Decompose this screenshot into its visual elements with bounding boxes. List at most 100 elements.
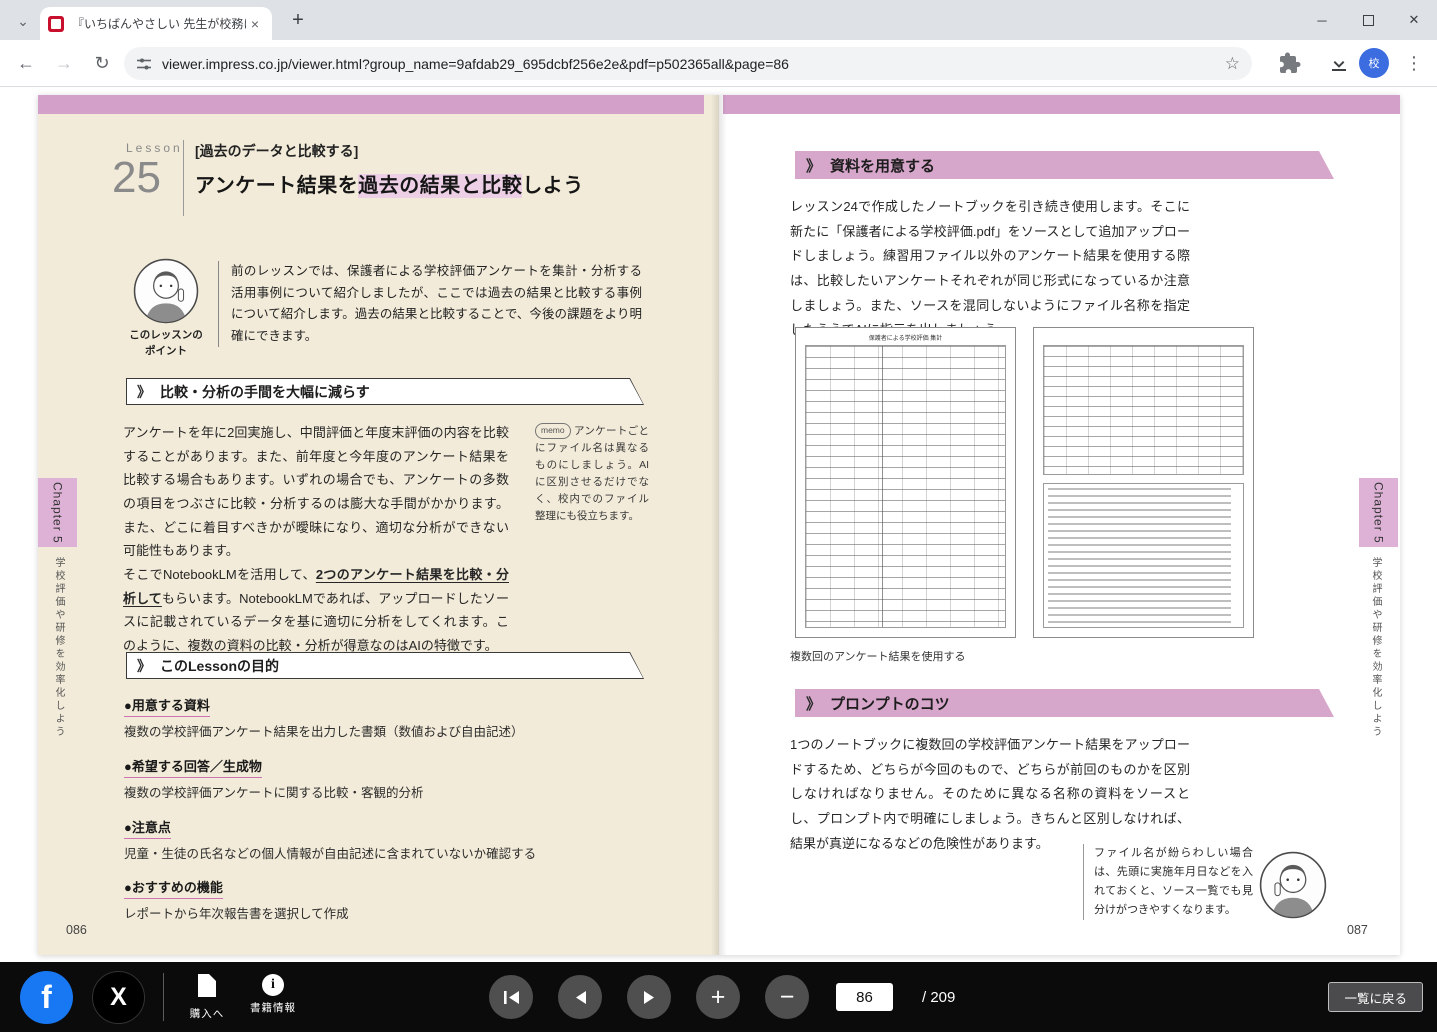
title-pre: アンケート結果を xyxy=(195,175,358,197)
chapter-label: Chapter 5 xyxy=(51,482,65,544)
item-label: ●希望する回答／生成物 xyxy=(124,756,262,778)
list-item: ●用意する資料 複数の学校評価アンケート結果を出力した書類（数値および自由記述） xyxy=(124,695,614,742)
item-text: レポートから年次報告書を選択して作成 xyxy=(124,905,614,924)
browser-tab[interactable]: 『いちばんやさしい 先生が校務に使 × xyxy=(40,7,272,40)
profile-avatar[interactable]: 校 xyxy=(1359,48,1389,78)
window-close-button[interactable]: ✕ xyxy=(1391,0,1437,40)
toolbar-separator xyxy=(163,973,164,1021)
title-post: しよう xyxy=(522,175,584,197)
memo-text: アンケートごとにファイル名は異なるものにしましょう。AIに区別させるだけでなく、… xyxy=(535,425,649,522)
section-marker-icon: 》 xyxy=(806,155,821,176)
prepare-heading: 資料を用意する xyxy=(830,155,935,176)
address-bar[interactable]: viewer.impress.co.jp/viewer.html?group_n… xyxy=(124,47,1252,80)
teacher-avatar-small xyxy=(1259,851,1327,919)
book-page-left: Lesson 25 [過去のデータと比較する] アンケート結果を過去の結果と比較… xyxy=(38,95,719,955)
purchase-page-icon xyxy=(198,974,216,997)
tab-close-icon[interactable]: × xyxy=(246,15,264,33)
section-marker-icon: 》 xyxy=(137,656,151,676)
lesson-kicker: [過去のデータと比較する] xyxy=(195,141,358,161)
page-total: / 209 xyxy=(922,989,955,1006)
page-accent-bar xyxy=(723,95,1400,114)
chapter-subtitle-right: 学校評価や研修を効率化しよう xyxy=(1368,557,1383,739)
lesson-goal-list: ●用意する資料 複数の学校評価アンケート結果を出力した書類（数値および自由記述）… xyxy=(124,695,614,938)
bookmark-star-icon[interactable]: ☆ xyxy=(1225,54,1240,74)
download-icon[interactable] xyxy=(1327,51,1351,75)
extensions-icon[interactable] xyxy=(1277,51,1301,75)
x-share-button[interactable]: X xyxy=(92,971,145,1024)
window-maximize-button[interactable] xyxy=(1345,0,1391,40)
url-text[interactable]: viewer.impress.co.jp/viewer.html?group_n… xyxy=(162,56,1225,72)
section1-para2-pre: そこでNotebookLMを活用して、 xyxy=(123,567,316,582)
title-highlight: 過去の結果と比較 xyxy=(358,174,522,198)
section-banner: 》 資料を用意する xyxy=(795,151,1334,179)
book-info-button[interactable]: i 書籍情報 xyxy=(244,974,302,1015)
chapter-subtitle-left: 学校評価や研修を効率化しよう xyxy=(51,557,66,739)
item-text: 複数の学校評価アンケートに関する比較・客観的分析 xyxy=(124,784,614,803)
browser-toolbar: ← → ↻ viewer.impress.co.jp/viewer.html?g… xyxy=(0,40,1437,87)
previous-page-button[interactable] xyxy=(558,975,602,1019)
forward-button[interactable]: → xyxy=(50,49,78,77)
memo-badge: memo xyxy=(535,423,571,439)
section-heading-box: 》 このLessonの目的 xyxy=(126,652,644,679)
window-minimize-button[interactable]: ─ xyxy=(1299,0,1345,40)
lesson-number: 25 xyxy=(112,153,161,203)
zoom-out-button[interactable]: − xyxy=(765,975,809,1019)
new-tab-button[interactable]: + xyxy=(286,9,310,33)
chapter-tab-right: Chapter 5 xyxy=(1359,478,1398,547)
lesson-title: アンケート結果を過去の結果と比較しよう xyxy=(195,169,584,198)
facebook-share-button[interactable]: f xyxy=(20,971,73,1024)
page-number-input[interactable] xyxy=(836,983,893,1011)
zoom-in-button[interactable]: + xyxy=(696,975,740,1019)
tab-title: 『いちばんやさしい 先生が校務に使 xyxy=(72,15,246,32)
window-controls: ─ ✕ xyxy=(1299,0,1437,40)
prepare-body: レッスン24で作成したノートブックを引き続き使用します。そこに新たに「保護者によ… xyxy=(790,195,1190,343)
site-info-icon[interactable] xyxy=(136,56,152,72)
browser-tab-strip: ⌄ 『いちばんやさしい 先生が校務に使 × + ─ ✕ xyxy=(0,0,1437,40)
site-favicon-icon xyxy=(48,16,64,32)
tab-search-icon[interactable]: ⌄ xyxy=(12,10,34,32)
purchase-button[interactable]: 購入へ xyxy=(178,974,236,1021)
section-banner: 》 プロンプトのコツ xyxy=(795,689,1334,717)
document-title: 保護者による学校評価 集計 xyxy=(796,333,1015,342)
item-text: 児童・生徒の氏名などの個人情報が自由記述に含まれていないか確認する xyxy=(124,845,614,864)
page-accent-bar xyxy=(38,95,704,114)
prompt-tips-body: 1つのノートブックに複数回の学校評価アンケート結果をアップロードするため、どちら… xyxy=(790,733,1190,856)
prompt-tips-heading: プロンプトのコツ xyxy=(830,693,950,714)
figure-caption: 複数回のアンケート結果を使用する xyxy=(790,648,966,664)
info-icon: i xyxy=(262,974,284,996)
table-preview xyxy=(805,345,1006,628)
back-button[interactable]: ← xyxy=(12,49,40,77)
avatar-caption-line2: ポイント xyxy=(145,345,187,357)
list-item: ●注意点 児童・生徒の氏名などの個人情報が自由記述に含まれていないか確認する xyxy=(124,817,614,864)
item-label: ●注意点 xyxy=(124,817,171,839)
divider xyxy=(183,140,184,216)
first-page-button[interactable] xyxy=(489,975,533,1019)
item-text: 複数の学校評価アンケート結果を出力した書類（数値および自由記述） xyxy=(124,723,614,742)
next-page-button[interactable] xyxy=(627,975,671,1019)
text-preview xyxy=(1043,483,1244,628)
back-to-list-button[interactable]: 一覧に戻る xyxy=(1328,982,1423,1012)
section1-para2-post: もらいます。NotebookLMであれば、アップロードしたソースに記載されている… xyxy=(123,591,509,653)
section-heading-box: 》 比較・分析の手間を大幅に減らす xyxy=(126,378,644,405)
page-spread: Lesson 25 [過去のデータと比較する] アンケート結果を過去の結果と比較… xyxy=(38,95,1400,955)
section1-para1: アンケートを年に2回実施し、中間評価と年度末評価の内容を比較することがあります。… xyxy=(123,425,509,558)
purchase-label: 購入へ xyxy=(178,1006,236,1021)
avatar-caption-line1: このレッスンの xyxy=(129,329,203,341)
avatar-caption: このレッスンの ポイント xyxy=(108,328,224,360)
reload-button[interactable]: ↻ xyxy=(88,49,116,77)
tip-bubble: ファイル名が紛らわしい場合は、先頭に実施年月日などを入れておくと、ソース一覧でも… xyxy=(1083,844,1253,920)
browser-menu-icon[interactable]: ⋮ xyxy=(1401,50,1427,76)
survey-document-thumbnail-1: 保護者による学校評価 集計 xyxy=(795,327,1016,638)
info-label: 書籍情報 xyxy=(244,1000,302,1015)
chapter-tab-left: Chapter 5 xyxy=(38,478,77,547)
survey-document-thumbnail-2 xyxy=(1033,327,1254,638)
section-marker-icon: 》 xyxy=(806,693,821,714)
section1-body: アンケートを年に2回実施し、中間評価と年度末評価の内容を比較することがあります。… xyxy=(123,421,509,658)
section-marker-icon: 》 xyxy=(137,382,151,402)
lesson-intro: 前のレッスンでは、保護者による学校評価アンケートを集計・分析する活用事例について… xyxy=(218,261,642,347)
page-number-left: 086 xyxy=(66,923,87,937)
table-preview xyxy=(1043,345,1244,475)
book-page-right: 》 資料を用意する レッスン24で作成したノートブックを引き続き使用します。そこ… xyxy=(719,95,1400,955)
teacher-avatar xyxy=(133,258,199,324)
viewer-bottom-toolbar: f X 購入へ i 書籍情報 + − / 209 一覧に戻る xyxy=(0,962,1437,1032)
